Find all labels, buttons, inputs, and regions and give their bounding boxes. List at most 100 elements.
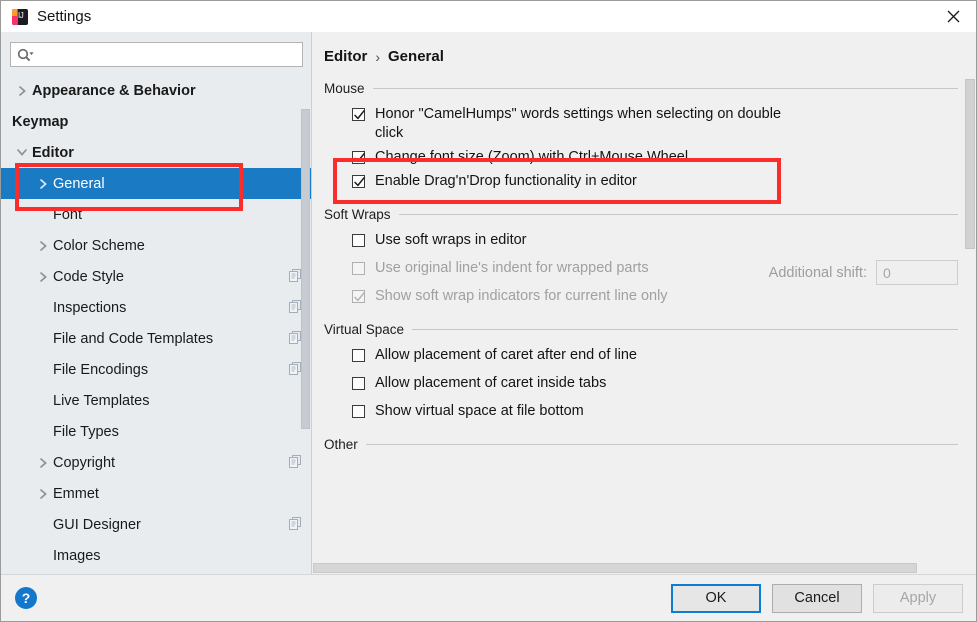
sidebar-item-label: File Types [53,423,119,440]
sidebar-item-label: Editor [32,144,74,161]
breadcrumb-parent[interactable]: Editor [324,48,367,65]
checkbox-enable-drag-n-drop-functionality-in-edit[interactable] [352,175,365,188]
additional-shift-field: Additional shift: [769,260,958,285]
sidebar-item-emmet[interactable]: Emmet [1,478,311,509]
checkbox-allow-placement-of-caret-inside-tabs[interactable] [352,377,365,390]
checkbox-use-soft-wraps-in-editor[interactable] [352,234,365,247]
breadcrumb-current: General [388,48,444,65]
close-icon[interactable] [930,1,976,32]
sidebar-item-code-style[interactable]: Code Style [1,261,311,292]
sidebar-item-keymap[interactable]: Keymap [1,106,311,137]
checkbox-row[interactable]: Allow placement of caret after end of li… [352,346,958,365]
chevron-right-icon[interactable] [12,85,32,97]
chevron-down-icon[interactable] [12,148,32,157]
sidebar-item-file-and-code-templates[interactable]: File and Code Templates [1,323,311,354]
search-area [1,32,311,75]
sidebar-item-copyright[interactable]: Copyright [1,447,311,478]
main-scrollbar-vertical[interactable] [964,65,976,574]
checkbox-label: Allow placement of caret after end of li… [375,347,637,363]
checkbox-row[interactable]: Honor "CamelHumps" words settings when s… [352,105,958,143]
option-group-mouse: Mouse Honor "CamelHumps" words settings w… [312,81,976,191]
checkbox-allow-placement-of-caret-after-end-of-li[interactable] [352,349,365,362]
settings-dialog: IJ Settings Appearance & Behavior Keymap… [0,0,977,622]
chevron-right-icon[interactable] [33,178,53,190]
sidebar-item-label: Copyright [53,454,116,471]
help-icon[interactable]: ? [15,587,37,609]
footer-buttons: OK Cancel Apply [671,583,963,613]
chevron-right-icon[interactable] [33,488,53,500]
sidebar-item-general[interactable]: General [1,168,311,199]
sidebar-scrollbar-thumb[interactable] [301,109,310,429]
main-scrollbar-horizontal[interactable] [312,562,962,574]
settings-main-panel: Editor › General Mouse Honor "CamelHumps"… [312,32,976,574]
sidebar-item-label: Color Scheme [53,237,145,254]
sidebar-item-color-scheme[interactable]: Color Scheme [1,230,311,261]
main-scrollbar-horizontal-thumb[interactable] [313,563,917,573]
sidebar-item-file-encodings[interactable]: File Encodings [1,354,311,385]
checkbox-show-virtual-space-at-file-bottom[interactable] [352,405,365,418]
ok-button[interactable]: OK [671,583,761,613]
checkbox-row[interactable]: Use soft wraps in editor [352,231,958,250]
group-divider [398,214,958,215]
title-bar: IJ Settings [1,1,976,32]
breadcrumb: Editor › General [312,32,976,65]
sidebar-item-label: General [53,175,105,192]
sidebar-item-appearance-behavior[interactable]: Appearance & Behavior [1,75,311,106]
group-divider [365,444,958,445]
intellij-idea-icon: IJ [12,8,28,25]
checkbox-label: Show virtual space at file bottom [375,403,584,419]
sidebar-item-label: Code Style [53,268,124,285]
checkbox-label: Use soft wraps in editor [375,232,527,248]
chevron-right-icon[interactable] [33,240,53,252]
chevron-right-icon[interactable] [33,457,53,469]
sidebar-item-file-types[interactable]: File Types [1,416,311,447]
option-group-virtual-space: Virtual Space Allow placement of caret af… [312,322,976,421]
checkbox-label: Change font size (Zoom) with Ctrl+Mouse … [375,149,689,165]
sidebar-item-label: GUI Designer [53,516,141,533]
option-group-other: Other [312,437,976,452]
settings-content: Mouse Honor "CamelHumps" words settings w… [312,65,976,574]
sidebar-item-label: File and Code Templates [53,330,214,347]
search-input[interactable] [38,46,296,63]
additional-shift-input [876,260,958,285]
cancel-button[interactable]: Cancel [772,583,862,613]
search-box[interactable] [10,42,303,67]
apply-button: Apply [873,583,963,613]
help-label: ? [21,590,31,606]
checkbox-row[interactable]: Allow placement of caret inside tabs [352,374,958,393]
window-title: Settings [37,8,92,25]
checkbox-use-original-line-s-indent-for-wrapped-p [352,262,365,275]
checkbox-row[interactable]: Show virtual space at file bottom [352,402,958,421]
checkbox-row[interactable]: Change font size (Zoom) with Ctrl+Mouse … [352,148,958,167]
sidebar-item-gui-designer[interactable]: GUI Designer [1,509,311,540]
option-group-soft-wraps: Soft Wraps Use soft wraps in editor Use or… [312,207,976,306]
group-title-label: Other [324,437,358,452]
checkbox-label: Allow placement of caret inside tabs [375,375,607,391]
checkbox-show-soft-wrap-indicators-for-current-li [352,290,365,303]
group-title-label: Virtual Space [324,322,405,337]
sidebar-item-label: Emmet [53,485,99,502]
group-divider [412,329,958,330]
sidebar-item-images[interactable]: Images [1,540,311,571]
main-scrollbar-vertical-thumb[interactable] [965,79,975,249]
checkbox-row[interactable]: Enable Drag'n'Drop functionality in edit… [352,172,958,191]
sidebar-item-live-templates[interactable]: Live Templates [1,385,311,416]
additional-shift-label: Additional shift: [768,264,867,281]
sidebar-item-font[interactable]: Font [1,199,311,230]
settings-tree: Appearance & Behavior Keymap Editor General… [1,75,311,574]
dialog-body: Appearance & Behavior Keymap Editor General… [1,32,976,574]
sidebar-item-label: Font [53,206,83,223]
group-title-label: Soft Wraps [324,207,391,222]
settings-sidebar: Appearance & Behavior Keymap Editor General… [1,32,312,574]
checkbox-honor-camelhumps-words-settings-when-sel[interactable] [352,108,365,121]
sidebar-item-label: Inspections [53,299,127,316]
sidebar-item-label: Keymap [12,113,69,130]
sidebar-item-editor[interactable]: Editor [1,137,311,168]
chevron-right-icon[interactable] [33,271,53,283]
checkbox-row: Show soft wrap indicators for current li… [352,287,958,306]
sidebar-item-label: Images [53,547,101,564]
checkbox-change-font-size-zoom-with-ctrl-mouse-wh[interactable] [352,151,365,164]
sidebar-scrollbar[interactable] [300,75,311,574]
checkbox-label: Enable Drag'n'Drop functionality in edit… [375,173,637,189]
sidebar-item-inspections[interactable]: Inspections [1,292,311,323]
